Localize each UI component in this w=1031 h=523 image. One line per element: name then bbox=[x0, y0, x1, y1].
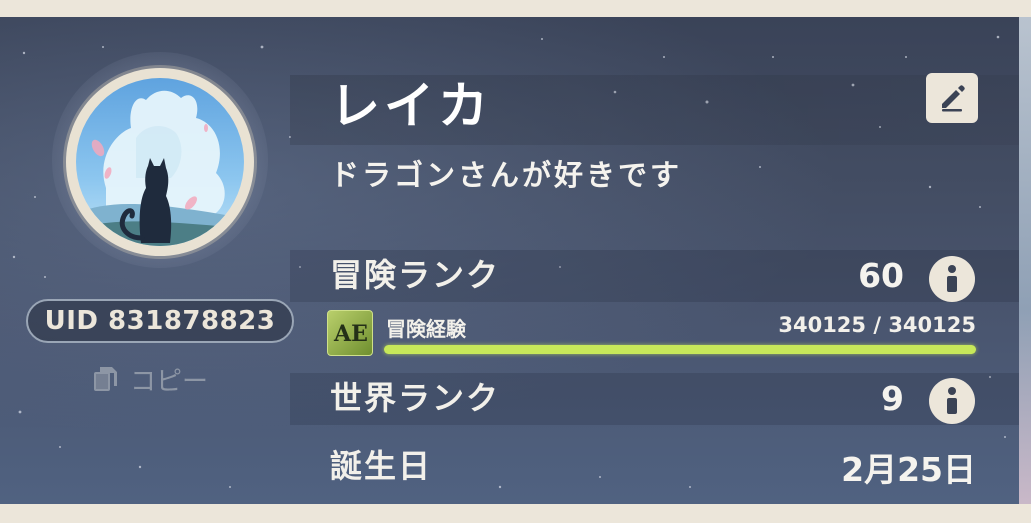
adventure-exp-icon: AE bbox=[327, 310, 373, 356]
adventure-rank-value: 60 bbox=[858, 256, 904, 295]
world-level-value: 9 bbox=[881, 379, 904, 418]
svg-text:AE: AE bbox=[333, 321, 368, 347]
right-edge-background bbox=[1019, 17, 1031, 504]
adventure-exp-progress-bar bbox=[384, 345, 976, 354]
top-border bbox=[0, 0, 1031, 17]
adventure-rank-info-button[interactable] bbox=[929, 256, 975, 302]
avatar[interactable] bbox=[76, 78, 244, 246]
adventure-rank-label: 冒険ランク bbox=[330, 256, 501, 294]
uid-text: UID 831878823 bbox=[44, 306, 276, 336]
info-icon bbox=[947, 265, 957, 292]
birthday-value: 2月25日 bbox=[841, 450, 976, 489]
world-level-label: 世界ランク bbox=[330, 379, 501, 417]
edit-icon bbox=[942, 85, 965, 112]
adventure-exp-progress-fill bbox=[384, 345, 976, 354]
player-signature: ドラゴンさんが好きです bbox=[330, 158, 683, 192]
world-level-info-button[interactable] bbox=[929, 378, 975, 424]
edit-button[interactable] bbox=[926, 73, 978, 123]
uid-badge: UID 831878823 bbox=[26, 299, 294, 343]
bottom-border bbox=[0, 504, 1031, 523]
copy-button[interactable]: コピー bbox=[90, 360, 208, 398]
birthday-label: 誕生日 bbox=[330, 447, 433, 485]
player-name: レイカ bbox=[330, 77, 492, 135]
copy-label: コピー bbox=[130, 366, 209, 397]
copy-icon bbox=[94, 367, 117, 391]
adventure-exp-label: 冒険経験 bbox=[386, 317, 466, 341]
info-icon bbox=[947, 387, 957, 414]
adventure-exp-value: 340125 / 340125 bbox=[778, 313, 976, 337]
